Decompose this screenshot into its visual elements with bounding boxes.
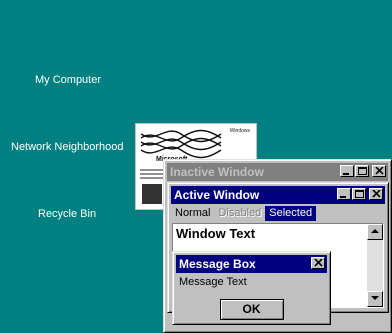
minimize-icon — [340, 196, 346, 198]
minimize-icon — [343, 173, 349, 175]
minimize-button[interactable] — [340, 165, 354, 177]
close-icon — [314, 259, 323, 267]
inactive-window-title: Inactive Window — [170, 165, 264, 179]
desktop-icon-label: Recycle Bin — [38, 208, 97, 220]
ok-button[interactable]: OK — [219, 299, 284, 320]
close-icon — [375, 167, 384, 175]
maximize-icon — [358, 167, 367, 175]
close-icon — [372, 190, 381, 198]
desktop-icon-network-neighborhood[interactable]: Network Neighborhood — [11, 141, 124, 153]
scroll-up-button[interactable] — [367, 224, 383, 240]
scroll-down-button[interactable] — [367, 291, 383, 307]
menu-item-selected[interactable]: Selected — [265, 206, 317, 221]
desktop-icon-label: Network Neighborhood — [11, 141, 124, 153]
maximize-icon — [355, 190, 364, 198]
desktop-icon-label: My Computer — [35, 74, 102, 86]
maximize-button[interactable] — [355, 165, 369, 177]
maximize-button[interactable] — [352, 188, 366, 200]
vertical-scrollbar[interactable] — [367, 224, 383, 307]
active-window-menubar: Normal Disabled Selected — [171, 205, 385, 222]
desktop-icon-recycle-bin[interactable]: Recycle Bin — [38, 208, 96, 220]
active-window-title: Active Window — [174, 188, 260, 202]
close-button[interactable] — [311, 257, 325, 269]
message-box[interactable]: Message Box Message Text OK — [172, 251, 331, 325]
desktop-icon-my-computer[interactable]: My Computer — [35, 74, 101, 86]
wallpaper-corner-text: Windows — [229, 128, 250, 134]
message-box-titlebar[interactable]: Message Box — [176, 255, 327, 273]
close-button[interactable] — [372, 165, 386, 177]
window-text: Window Text — [176, 226, 256, 241]
message-box-title: Message Box — [179, 257, 256, 271]
active-window-titlebar[interactable]: Active Window — [171, 186, 385, 204]
menu-item-disabled: Disabled — [218, 207, 262, 219]
menu-item-normal[interactable]: Normal — [171, 206, 214, 221]
minimize-button[interactable] — [337, 188, 351, 200]
arrow-down-icon — [371, 296, 379, 300]
message-text: Message Text — [179, 276, 247, 288]
close-button[interactable] — [369, 188, 383, 200]
arrow-up-icon — [371, 229, 379, 233]
inactive-window-titlebar[interactable]: Inactive Window — [167, 163, 388, 181]
